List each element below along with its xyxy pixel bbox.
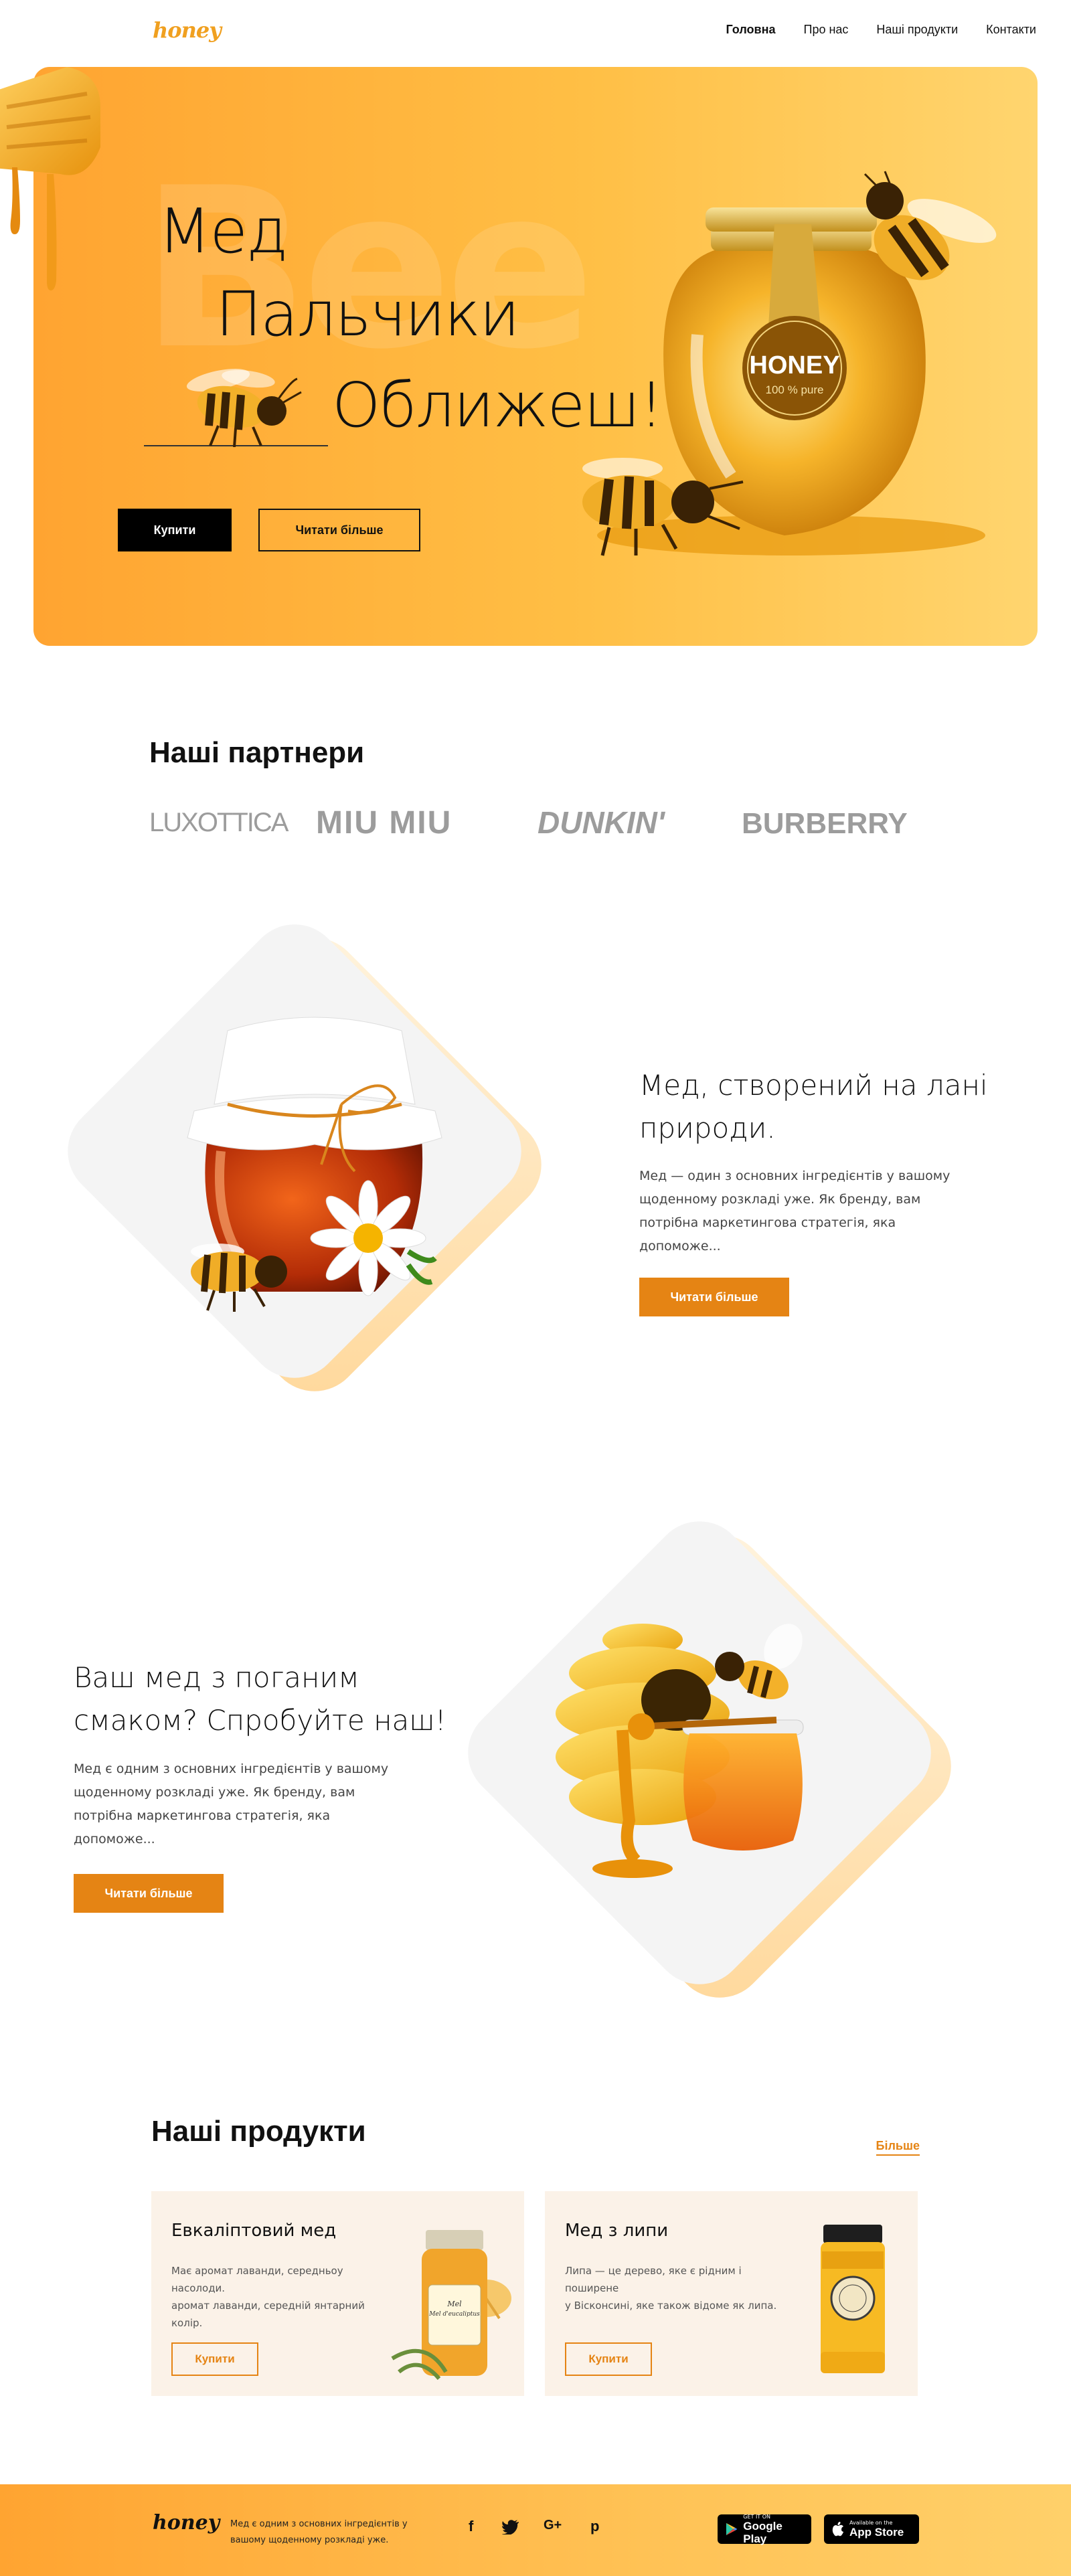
feature1-title-line-1: Мед, створений на лані (639, 1069, 988, 1102)
feature1-text: Мед — один з основних інгредієнтів у ваш… (639, 1165, 987, 1258)
eucalyptus-honey-jar-image: Mel Mel d'eucaliptus (391, 2230, 511, 2380)
feature2-text: Мед є одним з основних інгредієнтів у ва… (74, 1757, 435, 1851)
linden-honey-jar-image (821, 2225, 885, 2373)
product-description-line-2: насолоди. (171, 2282, 226, 2294)
feature2-text-line-3: потрібна маркетингова стратегія, яка (74, 1808, 331, 1823)
footer-text-line-1: Мед є одним з основних інгредієнтів у (230, 2519, 408, 2529)
products-title: Наші продукти (151, 2115, 366, 2148)
feature2-text-line-4: допоможе... (74, 1832, 155, 1847)
honey-jar-with-daisy-illustration (187, 1017, 442, 1312)
pinterest-icon[interactable]: p (590, 2518, 599, 2535)
facebook-icon[interactable]: f (469, 2518, 473, 2535)
feature2-title-line-1: Ваш мед з поганим (74, 1661, 359, 1694)
feature1-text-line-3: потрібна маркетингова стратегія, яка (639, 1215, 896, 1230)
feature1-read-more-button[interactable]: Читати більше (639, 1278, 789, 1316)
apple-icon (832, 2522, 843, 2537)
partner-logo-luxottica: LUXOTTICA (149, 808, 289, 837)
feature2-text-line-2: щоденному розкладі уже. Як бренду, вам (74, 1785, 355, 1800)
jar-label: HONEY (749, 351, 839, 379)
product-card-eucalyptus[interactable]: Евкаліптовий мед Має аромат лаванди, сер… (151, 2191, 524, 2396)
feature1-title-line-2: природи. (639, 1112, 776, 1144)
nav-item-products[interactable]: Наші продукти (876, 23, 958, 37)
beehive-honey-pot-illustration (556, 1624, 804, 1878)
feature1-text-line-1: Мед — один з основних інгредієнтів у ваш… (639, 1169, 951, 1183)
hero-background-ghost-text: Bee (141, 141, 595, 398)
hero-buy-button[interactable]: Купити (118, 509, 232, 551)
product-card-linden[interactable]: Мед з липи Липа — це дерево, яке є рідни… (545, 2191, 918, 2396)
feature2-read-more-button[interactable]: Читати більше (74, 1874, 224, 1913)
product-name: Евкаліптовий мед (171, 2221, 337, 2241)
product-description: Має аромат лаванди, середньоу насолоди. … (171, 2262, 365, 2332)
footer-text-line-2: вашому щоденному розкладі уже. (230, 2535, 389, 2545)
google-play-icon (726, 2522, 738, 2536)
hero-title-line-1: Мед (158, 195, 288, 267)
product-description-line-1: Має аромат лаванди, середньоу (171, 2265, 343, 2277)
google-play-big-text: Google Play (743, 2519, 782, 2545)
partners-title: Наші партнери (149, 736, 365, 769)
main-nav: Головна Про нас Наші продукти Контакти (726, 23, 1037, 37)
product-buy-button[interactable]: Купити (565, 2342, 652, 2376)
feature2-title-line-2: смаком? Спробуйте наш! (74, 1704, 446, 1737)
product-name: Мед з липи (565, 2221, 669, 2241)
footer-logo[interactable]: honey (153, 2511, 220, 2535)
svg-text:Mel: Mel (446, 2300, 462, 2308)
brand-logo[interactable]: honey (153, 17, 222, 43)
honey-jar-illustration: HONEY 100 % pure (582, 171, 997, 556)
product-description-line-3: аромат лаванди, середній янтарний (171, 2300, 365, 2312)
nav-item-about[interactable]: Про нас (804, 23, 849, 37)
product-description: Липа — це дерево, яке є рідним і поширен… (565, 2262, 786, 2314)
feature2-title: Ваш мед з поганим смаком? Спробуйте наш! (74, 1656, 446, 1742)
nav-item-contacts[interactable]: Контакти (986, 23, 1036, 37)
twitter-icon[interactable] (502, 2520, 519, 2535)
partner-logo-miumiu: MIU MIU (316, 805, 452, 841)
jar-sublabel: 100 % pure (766, 383, 824, 396)
feature1-title: Мед, створений на лані природи. (639, 1064, 988, 1150)
feature1-text-line-2: щоденному розкладі уже. Як бренду, вам (639, 1192, 921, 1207)
nav-item-home[interactable]: Головна (726, 23, 776, 37)
feature1-text-line-4: допоможе... (639, 1239, 721, 1254)
products-more-link[interactable]: Більше (876, 2139, 920, 2156)
feature2-text-line-1: Мед є одним з основних інгредієнтів у ва… (74, 1762, 389, 1776)
product-description-line-4: колір. (171, 2317, 203, 2329)
product-description-line-1: Липа — це дерево, яке є рідним і поширен… (565, 2265, 742, 2294)
partner-logo-burberry: BURBERRY (742, 807, 908, 840)
app-store-small-text: Available on the (849, 2520, 893, 2526)
footer-text: Мед є одним з основних інгредієнтів у ва… (230, 2516, 411, 2549)
hero-title-line-2: Пальчики (216, 278, 520, 350)
google-plus-icon[interactable]: G+ (544, 2518, 562, 2533)
honey-dipper-illustration (0, 67, 100, 290)
eucalyptus-jar-label: Mel d'eucaliptus (428, 2311, 480, 2318)
google-play-small-text: GET IT ON (743, 2513, 771, 2520)
app-store-big-text: App Store (849, 2526, 904, 2539)
bee-icon (186, 369, 302, 447)
app-store-button[interactable]: Available on the App Store (824, 2514, 919, 2544)
partner-logo-dunkin: DUNKIN' (538, 805, 665, 840)
hero-read-more-button[interactable]: Читати більше (258, 509, 420, 551)
google-play-button[interactable]: GET IT ON Google Play (718, 2513, 811, 2545)
product-buy-button[interactable]: Купити (171, 2342, 258, 2376)
product-description-line-2: у Вісконсині, яке також відоме як липа. (565, 2300, 777, 2312)
